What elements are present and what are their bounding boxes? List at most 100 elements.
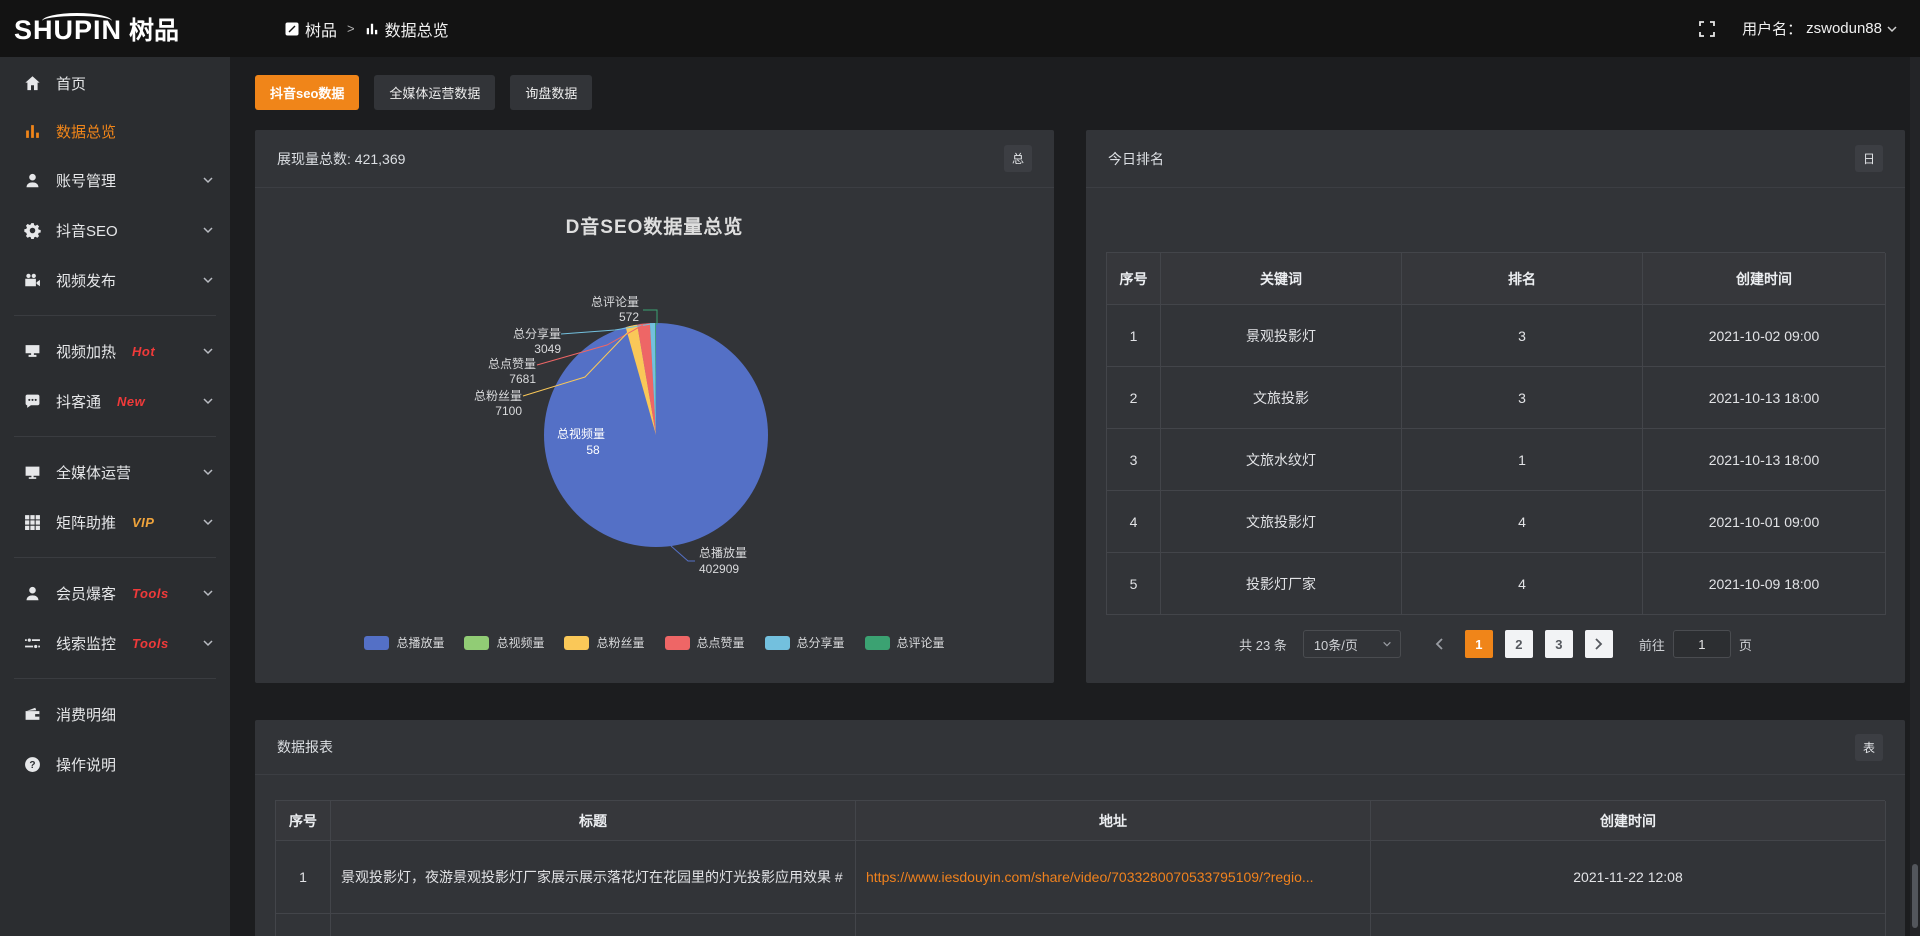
pie-label-shares-value: 3049: [534, 342, 561, 356]
chevron-down-icon: [202, 395, 214, 407]
legend-label: 总播放量: [396, 634, 444, 651]
page-size-select[interactable]: 10条/页: [1303, 630, 1401, 658]
legend-swatch: [364, 636, 389, 650]
legend-item-play[interactable]: 总播放量: [364, 634, 444, 651]
sidebar-item-video-publish[interactable]: 视频发布: [0, 255, 230, 305]
sidebar-item-omnimedia[interactable]: 全媒体运营: [0, 447, 230, 497]
sidebar-item-label: 抖客通: [56, 391, 101, 412]
chevron-right-icon: [1594, 638, 1604, 650]
next-page-button[interactable]: [1585, 630, 1613, 658]
user-icon: [24, 585, 41, 602]
video-link[interactable]: https://www.iesdouyin.com/share/video/70…: [866, 869, 1314, 885]
sidebar-item-clue-monitor[interactable]: 线索监控 Tools: [0, 618, 230, 668]
sidebar-divider: [14, 436, 216, 437]
sidebar-item-label: 数据总览: [56, 121, 116, 142]
legend-item-videos[interactable]: 总视频量: [464, 634, 544, 651]
sidebar-item-label: 视频加热: [56, 341, 116, 362]
rank-cell-keyword: 投影灯厂家: [1161, 553, 1402, 615]
sidebar-item-help[interactable]: ? 操作说明: [0, 739, 230, 789]
sidebar-divider: [14, 678, 216, 679]
report-cell-index: 1: [276, 841, 331, 914]
scrollbar-thumb[interactable]: [1912, 864, 1918, 928]
rank-card-header: 今日排名 日: [1086, 130, 1905, 188]
legend-item-shares[interactable]: 总分享量: [765, 634, 845, 651]
app-square-icon: [285, 22, 299, 36]
pie-legend: 总播放量 总视频量 总粉丝量 总点赞量 总分享量 总评论量: [255, 634, 1054, 651]
top-bar: SHUPIN 树品 树品 > 数据总览 用户名： zswodun88: [0, 0, 1920, 57]
chevron-down-icon: [202, 224, 214, 236]
pie-label-fans-name: 总粉丝量: [474, 389, 522, 403]
new-badge: New: [117, 394, 145, 409]
page-button-2[interactable]: 2: [1505, 630, 1533, 658]
breadcrumb-current: 数据总览: [365, 17, 449, 41]
sidebar-item-data-overview[interactable]: 数据总览: [0, 107, 230, 155]
screen-icon: [24, 343, 41, 360]
user-menu[interactable]: 用户名： zswodun88: [1742, 18, 1898, 39]
tab-omnimedia-data[interactable]: 全媒体运营数据: [374, 75, 495, 110]
seo-pie-chart: 总评论量 572 总分享量 3049 总点赞量 7681 总粉丝量 7100 总…: [255, 188, 1054, 648]
legend-swatch: [865, 636, 890, 650]
chevron-down-icon: [1382, 639, 1392, 649]
prev-page-button[interactable]: [1425, 630, 1453, 658]
rank-cell-rank: 4: [1402, 553, 1643, 615]
sidebar-item-label: 会员爆客: [56, 583, 116, 604]
legend-item-comments[interactable]: 总评论量: [865, 634, 945, 651]
page-button-3[interactable]: 3: [1545, 630, 1573, 658]
tab-inquiry-data[interactable]: 询盘数据: [510, 75, 592, 110]
sidebar-item-home[interactable]: 首页: [0, 59, 230, 107]
table-badge-button[interactable]: 表: [1855, 734, 1883, 761]
legend-label: 总粉丝量: [596, 634, 644, 651]
sidebar-item-matrix-boost[interactable]: 矩阵助推 VIP: [0, 497, 230, 547]
rank-cell-keyword: 文旅投影: [1161, 367, 1402, 429]
user-label: 用户名：: [1742, 18, 1802, 39]
sidebar-item-label: 矩阵助推: [56, 512, 116, 533]
sidebar-item-spend-detail[interactable]: 消费明细: [0, 689, 230, 739]
page-size-value: 10条/页: [1314, 635, 1376, 654]
user-name: zswodun88: [1806, 20, 1882, 37]
pie-label-likes-value: 7681: [509, 372, 536, 386]
report-col-url: 地址: [856, 801, 1371, 841]
pie-label-shares-name: 总分享量: [513, 326, 561, 341]
legend-item-fans[interactable]: 总粉丝量: [564, 634, 644, 651]
sidebar-item-member-leads[interactable]: 会员爆客 Tools: [0, 568, 230, 618]
report-card-header: 数据报表 表: [255, 720, 1905, 775]
sidebar-item-account[interactable]: 账号管理: [0, 155, 230, 205]
rank-cell-keyword: 景观投影灯: [1161, 305, 1402, 367]
today-rank-card: 今日排名 日 序号 关键词 排名 创建时间 1 景观投影灯 3 2021-10-…: [1086, 130, 1905, 683]
legend-label: 总点赞量: [697, 634, 745, 651]
sidebar-item-video-heat[interactable]: 视频加热 Hot: [0, 326, 230, 376]
logo-arc-decoration: [42, 13, 112, 29]
logo-brand-cjk: 树品: [129, 11, 179, 47]
rank-cell-index: 4: [1107, 491, 1161, 553]
main-content: 抖音seo数据 全媒体运营数据 询盘数据 展现量总数: 421,369 总 D音…: [230, 57, 1920, 936]
sliders-icon: [24, 635, 41, 652]
report-card-title: 数据报表: [277, 737, 333, 757]
rank-card-title: 今日排名: [1108, 149, 1164, 169]
pie-label-videos-value: 58: [586, 443, 600, 457]
rank-cell-index: 3: [1107, 429, 1161, 491]
sidebar-item-label: 账号管理: [56, 170, 116, 191]
fullscreen-icon[interactable]: [1698, 20, 1716, 38]
page-button-1[interactable]: 1: [1465, 630, 1493, 658]
legend-item-likes[interactable]: 总点赞量: [665, 634, 745, 651]
sidebar-item-label: 视频发布: [56, 270, 116, 291]
pie-label-play-name: 总播放量: [699, 545, 747, 560]
sidebar-item-doketong[interactable]: 抖客通 New: [0, 376, 230, 426]
day-badge-button[interactable]: 日: [1855, 145, 1883, 172]
data-report-card: 数据报表 表 序号 标题 地址 创建时间 1 景观投影灯，夜游景观投影灯厂家展示…: [255, 720, 1905, 936]
question-circle-icon: ?: [24, 756, 41, 773]
tab-douyin-seo-data[interactable]: 抖音seo数据: [255, 75, 359, 110]
rank-cell-created: 2021-10-01 09:00: [1643, 491, 1886, 553]
report-cell-url: https://www.iesdouyin.com/share/video/70…: [856, 841, 1371, 914]
total-badge-button[interactable]: 总: [1004, 145, 1032, 172]
hot-badge: Hot: [132, 344, 155, 359]
pie-label-comments-name: 总评论量: [591, 295, 639, 309]
rank-cell-index: 2: [1107, 367, 1161, 429]
breadcrumb-root[interactable]: 树品: [285, 17, 337, 41]
goto-page-input[interactable]: [1673, 630, 1731, 658]
monitor-icon: [24, 464, 41, 481]
breadcrumb-current-label: 数据总览: [385, 17, 449, 41]
pie-label-comments-value: 572: [619, 310, 639, 324]
rank-cell-rank: 3: [1402, 305, 1643, 367]
sidebar-item-douyin-seo[interactable]: 抖音SEO: [0, 205, 230, 255]
